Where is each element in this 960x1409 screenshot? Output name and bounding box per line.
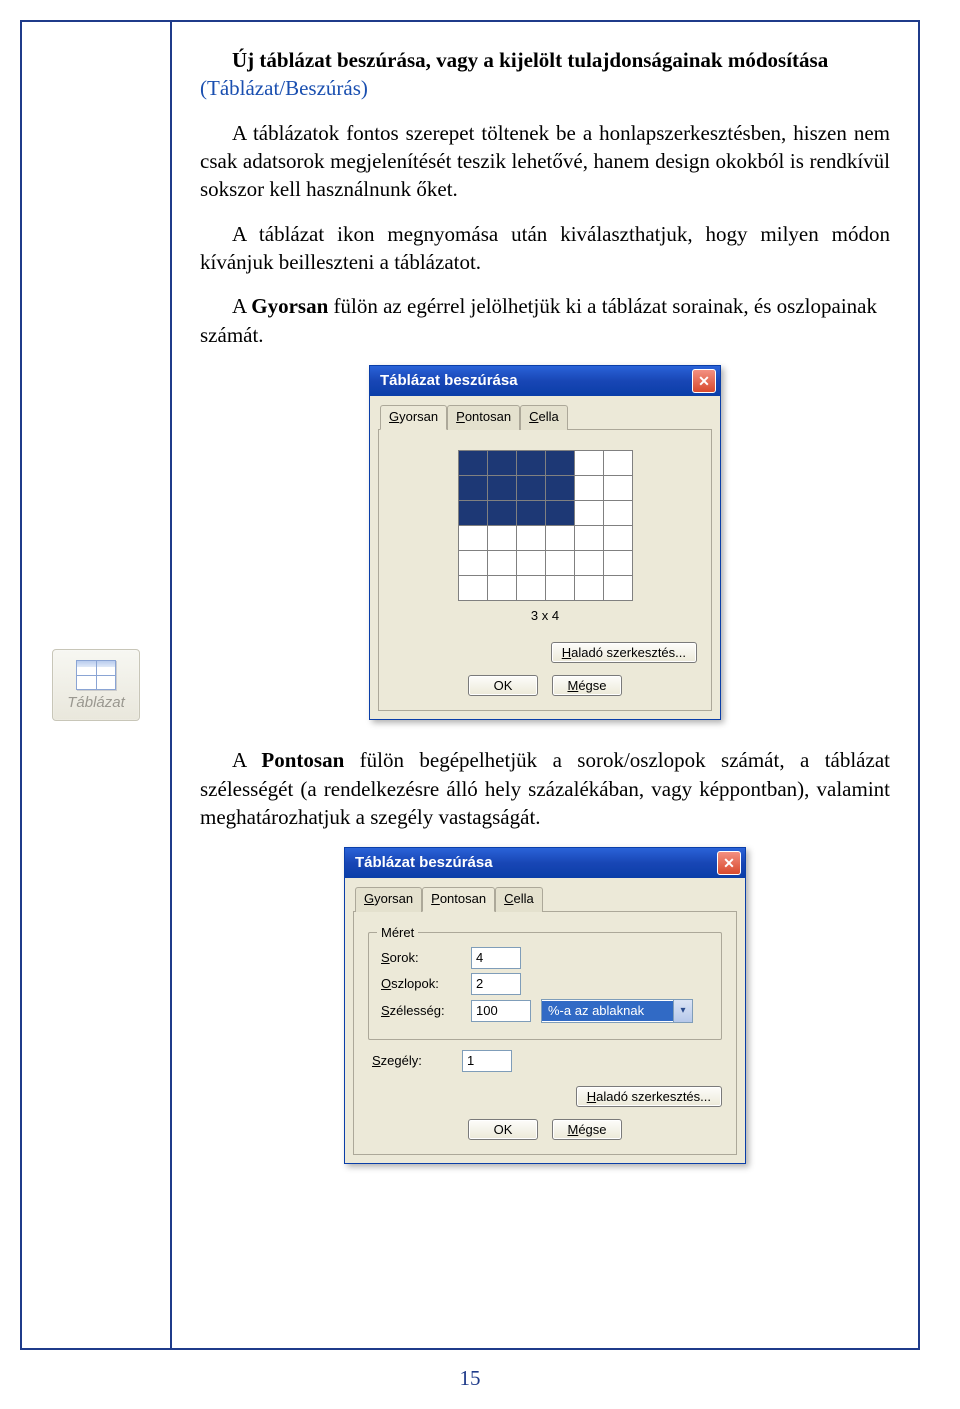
input-oszlopok[interactable] xyxy=(471,973,521,995)
advanced-edit-button[interactable]: Haladó szerkesztés... xyxy=(576,1086,722,1107)
quick-grid-picker[interactable] xyxy=(458,450,633,601)
table-icon xyxy=(76,660,116,690)
page-number: 15 xyxy=(20,1366,920,1391)
tablazat-toolbar-button[interactable]: Táblázat xyxy=(52,649,140,721)
close-icon[interactable]: ✕ xyxy=(717,851,741,875)
paragraph-2: A táblázat ikon megnyomása után kiválasz… xyxy=(200,220,890,277)
label-szelesseg: Szélesség: xyxy=(381,1002,461,1020)
paragraph-3: A Gyorsan fülön az egérrel jelölhetjük k… xyxy=(200,292,890,349)
close-icon[interactable]: ✕ xyxy=(692,369,716,393)
insert-table-dialog-quick: Táblázat beszúrása ✕ Gyorsan Pontosan Ce… xyxy=(369,365,721,720)
label-sorok: Sorok: xyxy=(381,949,461,967)
input-szegely[interactable] xyxy=(462,1050,512,1072)
sidebar-cell: Táblázat xyxy=(20,20,170,1350)
dialog-tabs: Gyorsan Pontosan Cella xyxy=(353,886,737,912)
dialog-title-text: Táblázat beszúrása xyxy=(380,371,518,391)
tablazat-button-label: Táblázat xyxy=(67,694,125,711)
tab-cella[interactable]: Cella xyxy=(495,887,543,912)
content-cell: Új táblázat beszúrása, vagy a kijelölt t… xyxy=(170,20,920,1350)
ok-button[interactable]: OK xyxy=(468,675,538,696)
select-szelesseg-unit[interactable]: %-a az ablaknak ▾ xyxy=(541,999,693,1023)
paragraph-4: A Pontosan fülön begépelhetjük a sorok/o… xyxy=(200,746,890,831)
group-meret: Méret Sorok: Oszlopok: Szélesség: xyxy=(368,932,722,1040)
dialog-title-text: Táblázat beszúrása xyxy=(355,853,493,873)
tab-pontosan[interactable]: Pontosan xyxy=(422,887,495,912)
dialog-titlebar: Táblázat beszúrása ✕ xyxy=(345,848,745,878)
tab-pontosan[interactable]: Pontosan xyxy=(447,405,520,430)
section-subtitle: (Táblázat/Beszúrás) xyxy=(200,76,368,100)
chevron-down-icon: ▾ xyxy=(673,1000,692,1022)
input-szelesseg[interactable] xyxy=(471,1000,531,1022)
label-oszlopok: Oszlopok: xyxy=(381,975,461,993)
grid-size-caption: 3 x 4 xyxy=(393,607,697,625)
paragraph-1: A táblázatok fontos szerepet töltenek be… xyxy=(200,119,890,204)
input-sorok[interactable] xyxy=(471,947,521,969)
advanced-edit-button[interactable]: Haladó szerkesztés... xyxy=(551,642,697,663)
label-szegely: Szegély: xyxy=(372,1052,452,1070)
tab-cella[interactable]: Cella xyxy=(520,405,568,430)
ok-button[interactable]: OK xyxy=(468,1119,538,1140)
dialog-tabs: Gyorsan Pontosan Cella xyxy=(378,404,712,430)
cancel-button[interactable]: Mégse xyxy=(552,1119,622,1140)
insert-table-dialog-precise: Táblázat beszúrása ✕ Gyorsan Pontosan Ce… xyxy=(344,847,746,1164)
tab-gyorsan[interactable]: Gyorsan xyxy=(355,887,422,912)
group-legend: Méret xyxy=(377,924,418,942)
section-title: Új táblázat beszúrása, vagy a kijelölt t… xyxy=(200,46,890,103)
dialog-titlebar: Táblázat beszúrása ✕ xyxy=(370,366,720,396)
tab-gyorsan[interactable]: Gyorsan xyxy=(380,405,447,430)
cancel-button[interactable]: Mégse xyxy=(552,675,622,696)
